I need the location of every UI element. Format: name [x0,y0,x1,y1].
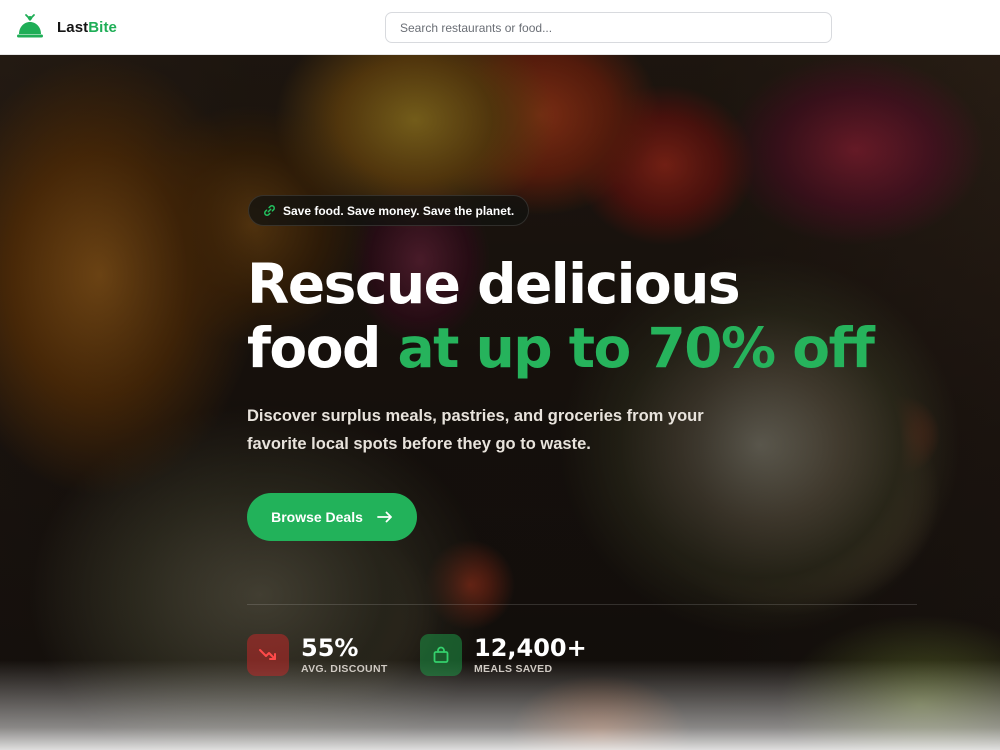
stat-icon-box [247,634,289,676]
hero-subtitle: Discover surplus meals, pastries, and gr… [247,407,704,453]
hero-headline: Rescue delicious food at up to 70% off [247,252,875,380]
stat-avg-discount: 55% AVG. DISCOUNT [247,633,388,677]
headline-line-1: Rescue delicious [247,252,741,316]
brand-name-suffix: Bite [88,18,117,36]
brand-name-prefix: Last [57,18,89,36]
brand-name: LastBite [57,19,117,36]
headline-highlight: at up to 70% off [397,316,875,380]
brand-logo-link[interactable]: LastBite [15,12,117,42]
tagline-badge: Save food. Save money. Save the planet. [248,195,530,226]
arrow-right-icon [377,511,392,523]
link-icon [264,205,275,216]
browse-deals-label: Browse Deals [271,509,363,525]
browse-deals-button[interactable]: Browse Deals [247,493,417,541]
stat-value: 12,400+ [474,633,587,662]
cloche-icon [17,14,43,38]
stat-value: 55% [301,633,359,662]
stat-label: AVG. DISCOUNT [301,662,388,675]
stats-divider [247,604,917,605]
search-input[interactable] [385,12,832,43]
top-nav-bar: LastBite [0,0,1000,55]
stat-meals-saved: 12,400+ MEALS SAVED [420,633,587,677]
shopping-bag-icon [433,646,449,663]
stat-label: MEALS SAVED [474,662,553,675]
tagline-text: Save food. Save money. Save the planet. [283,203,515,218]
trending-down-icon [259,649,276,660]
stat-icon-box [420,634,462,676]
hero-section: Save food. Save money. Save the planet. … [0,55,1000,750]
headline-line-2-plain: food [247,316,398,380]
